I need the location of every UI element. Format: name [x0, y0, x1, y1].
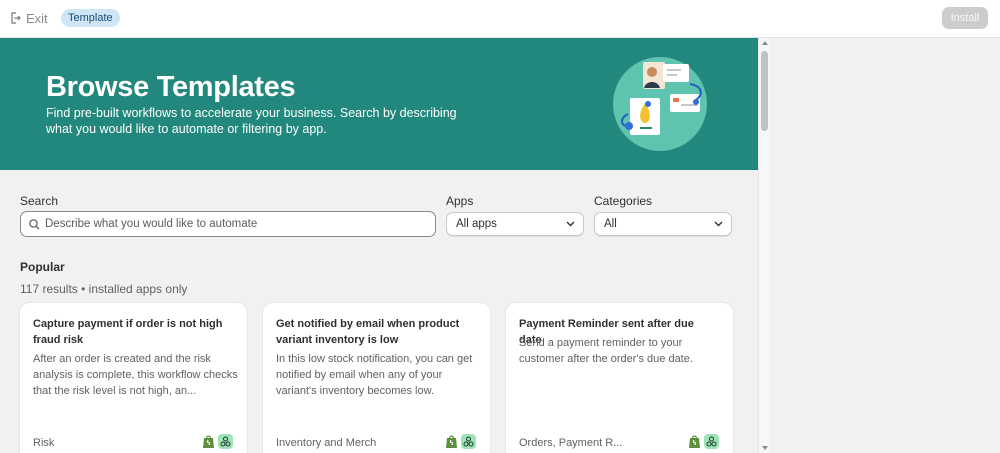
card-title: Capture payment if order is not high fra… [33, 318, 223, 346]
shopify-icon [687, 434, 701, 449]
scroll-up-arrow-icon[interactable] [762, 41, 768, 45]
results-count: 117 results • installed apps only [20, 282, 188, 296]
flow-icon [218, 434, 233, 449]
side-panel [770, 38, 1000, 453]
scroll-down-arrow-icon[interactable] [762, 446, 768, 450]
chevron-down-icon [714, 221, 723, 227]
chevron-down-icon [566, 221, 575, 227]
card-app-icons [444, 434, 476, 449]
hero-banner: Browse Templates Find pre-built workflow… [0, 38, 758, 170]
hero-description: Find pre-built workflows to accelerate y… [46, 106, 457, 136]
search-input[interactable] [45, 218, 415, 230]
card-description: After an order is created and the risk a… [33, 353, 238, 397]
top-bar: Exit Template Install [0, 0, 1000, 38]
categories-select-value: All [604, 218, 617, 230]
card-description: In this low stock notification, you can … [276, 353, 473, 397]
exit-button[interactable]: Exit [10, 10, 48, 26]
page-title: Browse Templates [46, 71, 296, 103]
exit-icon [11, 12, 21, 24]
install-button[interactable]: Install [942, 7, 988, 29]
template-card[interactable]: Get notified by email when product varia… [263, 303, 490, 453]
vertical-scrollbar[interactable] [758, 38, 770, 453]
categories-select[interactable]: All [594, 212, 732, 236]
shopify-icon [444, 434, 458, 449]
template-card[interactable]: Payment Reminder sent after due date Sen… [506, 303, 733, 453]
template-card[interactable]: Capture payment if order is not high fra… [20, 303, 247, 453]
flow-icon [461, 434, 476, 449]
main-content: Browse Templates Find pre-built workflow… [0, 38, 758, 453]
template-badge: Template [61, 9, 120, 27]
search-field[interactable] [20, 211, 436, 237]
card-description: Send a payment reminder to your customer… [519, 337, 693, 365]
apps-select-value: All apps [456, 218, 497, 230]
card-app-icons [687, 434, 719, 449]
search-icon [29, 218, 40, 229]
card-app-icons [201, 434, 233, 449]
shopify-icon [201, 434, 215, 449]
section-title: Popular [20, 260, 65, 274]
card-category: Risk [33, 437, 55, 449]
categories-label: Categories [594, 194, 653, 208]
search-label: Search [20, 194, 59, 208]
card-category: Inventory and Merch [276, 437, 377, 449]
templates-illustration-icon [613, 57, 707, 151]
card-category: Orders, Payment R... [519, 437, 623, 449]
apps-select[interactable]: All apps [446, 212, 584, 236]
card-title: Get notified by email when product varia… [276, 318, 460, 346]
apps-label: Apps [446, 194, 474, 208]
flow-icon [704, 434, 719, 449]
exit-label: Exit [26, 10, 48, 26]
scrollbar-thumb[interactable] [761, 51, 768, 131]
